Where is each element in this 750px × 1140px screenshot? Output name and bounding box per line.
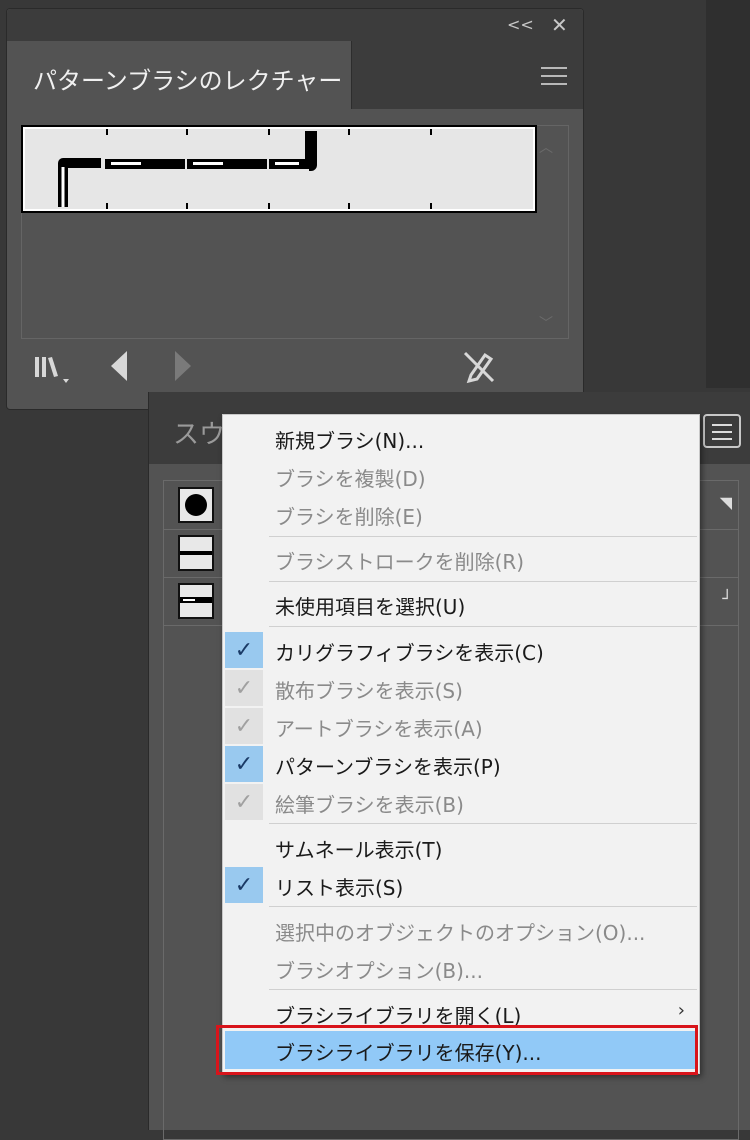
menu-item-label: カリグラフィブラシを表示(C) [275,641,544,665]
callout-highlight-box [216,1025,698,1075]
menu-item-show-bristle[interactable]: ✓ 絵筆ブラシを表示(B) [223,783,699,821]
menu-item-label: ブラシストロークを削除(R) [275,550,525,574]
menu-separator [269,823,697,824]
brush-library-icon[interactable] [33,351,77,389]
menu-item-new-brush[interactable]: 新規ブラシ(N)... [223,419,699,457]
menu-item-show-calligraphic[interactable]: ✓ カリグラフィブラシを表示(C) [223,631,699,669]
menu-item-show-art[interactable]: ✓ アートブラシを表示(A) [223,707,699,745]
checkmark-icon: ✓ [225,708,263,744]
menu-item-label: リスト表示(S) [275,876,404,900]
collapse-panel-icon[interactable]: << [507,15,534,34]
menu-item-label: パターンブラシを表示(P) [275,755,501,779]
scroll-up-icon[interactable]: ︿ [539,137,553,157]
pattern-brush-panel: << ✕ パターンブラシのレクチャー ︿ ﹀ [6,8,584,410]
pattern-type-icon: ┘ [722,589,732,608]
menu-item-duplicate-brush[interactable]: ブラシを複製(D) [223,457,699,495]
menu-separator [269,626,697,627]
menu-item-label: 未使用項目を選択(U) [275,595,466,619]
menu-item-label: 散布ブラシを表示(S) [275,679,463,703]
remove-brush-stroke-icon[interactable] [461,349,497,389]
menu-item-label: 絵筆ブラシを表示(B) [275,793,464,817]
menu-item-label: アートブラシを表示(A) [275,717,483,741]
checkmark-icon: ✓ [225,867,263,903]
next-triangle-icon[interactable] [171,349,195,387]
menu-item-select-unused[interactable]: 未使用項目を選択(U) [223,585,699,623]
submenu-arrow-icon: › [677,1000,685,1021]
menu-separator [269,581,697,582]
pattern-brush-stroke-icon [58,129,432,209]
checkmark-icon: ✓ [225,670,263,706]
menu-separator [269,989,697,990]
tab-pattern-brush[interactable]: パターンブラシのレクチャー [7,41,352,109]
dock-strip [706,0,750,388]
menu-item-list-view[interactable]: ✓ リスト表示(S) [223,866,699,904]
checkmark-icon: ✓ [225,632,263,668]
line-brush-icon [178,535,214,571]
previous-triangle-icon[interactable] [107,349,131,387]
close-panel-icon[interactable]: ✕ [551,13,568,37]
menu-item-show-scatter[interactable]: ✓ 散布ブラシを表示(S) [223,669,699,707]
menu-item-label: 新規ブラシ(N)... [275,429,425,453]
brushes-panel-menu-button[interactable] [703,414,741,448]
dot-brush-icon [178,487,214,523]
menu-item-remove-brush-stroke[interactable]: ブラシストロークを削除(R) [223,540,699,578]
menu-item-thumbnail-view[interactable]: サムネール表示(T) [223,828,699,866]
menu-item-selected-object-options[interactable]: 選択中のオブジェクトのオプション(O)... [223,911,699,949]
menu-item-delete-brush[interactable]: ブラシを削除(E) [223,495,699,533]
pattern-brush-icon [178,583,214,619]
menu-item-label: ブラシを削除(E) [275,505,423,529]
checkmark-icon: ✓ [225,746,263,782]
scroll-down-icon[interactable]: ﹀ [539,313,553,333]
tab-title: パターンブラシのレクチャー [33,67,343,95]
menu-item-show-pattern[interactable]: ✓ パターンブラシを表示(P) [223,745,699,783]
brushes-panel-context-menu: 新規ブラシ(N)... ブラシを複製(D) ブラシを削除(E) ブラシストローク… [222,414,700,1074]
menu-item-label: サムネール表示(T) [275,838,443,862]
menu-item-label: 選択中のオブジェクトのオプション(O)... [275,921,646,945]
menu-separator [269,536,697,537]
menu-item-brush-options[interactable]: ブラシオプション(B)... [223,949,699,987]
menu-item-label: ブラシを複製(D) [275,467,426,491]
panel-titlebar: << ✕ [7,9,583,42]
hamburger-menu-icon[interactable] [541,67,569,87]
brush-type-icon: ◥ [719,493,732,512]
pattern-brush-swatch[interactable] [21,125,537,213]
menu-item-label: ブラシオプション(B)... [275,959,483,983]
checkmark-icon: ✓ [225,784,263,820]
panel-tab-row: パターンブラシのレクチャー [7,41,583,109]
tab-swatches[interactable]: スウ [173,414,225,451]
menu-separator [269,906,697,907]
